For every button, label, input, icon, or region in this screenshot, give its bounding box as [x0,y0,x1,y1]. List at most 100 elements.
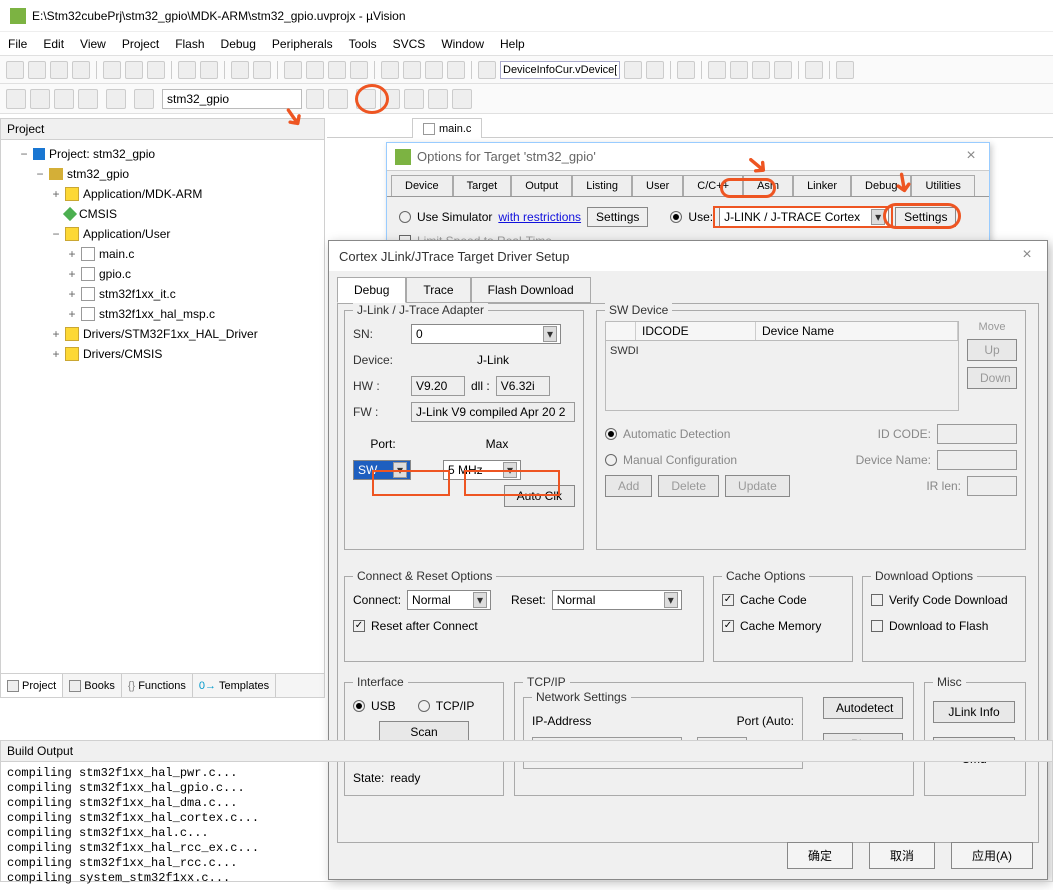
stop-build-icon[interactable] [106,89,126,109]
menu-tools[interactable]: Tools [349,37,377,51]
tab-utilities[interactable]: Utilities [911,175,974,196]
target-select[interactable] [162,89,302,109]
breakpoint-kill-icon[interactable] [774,61,792,79]
tree-file-it[interactable]: +stm32f1xx_it.c [5,284,320,304]
device-info-input[interactable] [500,61,620,79]
reset-select[interactable]: Normal [552,590,682,610]
auto-detect-radio[interactable] [605,428,617,440]
panel-tab-books[interactable]: Books [63,674,122,697]
download-icon[interactable] [134,89,154,109]
menu-debug[interactable]: Debug [221,37,256,51]
panel-tab-templates[interactable]: 0→Templates [193,674,276,697]
rebuild-icon[interactable] [54,89,74,109]
paste-icon[interactable] [147,61,165,79]
translate-icon[interactable] [6,89,26,109]
cut-icon[interactable] [103,61,121,79]
breakpoint-insert-icon[interactable] [708,61,726,79]
update-button[interactable]: Update [725,475,790,497]
tree-group-hal[interactable]: +Drivers/STM32F1xx_HAL_Driver [5,324,320,344]
use-simulator-radio[interactable] [399,211,411,223]
incremental-icon[interactable] [646,61,664,79]
tree-group-drivers-cmsis[interactable]: +Drivers/CMSIS [5,344,320,364]
panel-tab-project[interactable]: Project [1,674,63,697]
cortex-tab-debug[interactable]: Debug [337,277,406,303]
undo-icon[interactable] [178,61,196,79]
debugger-select[interactable]: J-LINK / J-TRACE Cortex [719,207,889,227]
tree-file-msp[interactable]: +stm32f1xx_hal_msp.c [5,304,320,324]
connect-select[interactable]: Normal [407,590,491,610]
breakpoint-enable-icon[interactable] [730,61,748,79]
tree-target[interactable]: −stm32_gpio [5,164,320,184]
menu-file[interactable]: File [8,37,27,51]
menu-help[interactable]: Help [500,37,525,51]
bookmark-icon[interactable] [284,61,302,79]
delete-button[interactable]: Delete [658,475,719,497]
tree-root[interactable]: −Project: stm32_gpio [5,144,320,164]
menu-edit[interactable]: Edit [43,37,64,51]
comment-icon[interactable] [425,61,443,79]
add-button[interactable]: Add [605,475,652,497]
sim-settings-button[interactable]: Settings [587,207,648,227]
window-layout-icon[interactable] [805,61,823,79]
find-icon[interactable] [478,61,496,79]
tab-asm[interactable]: Asm [743,175,793,196]
tab-debug[interactable]: Debug [851,175,911,196]
bookmark-next-icon[interactable] [328,61,346,79]
auto-clk-button[interactable]: Auto Clk [504,485,575,507]
tab-linker[interactable]: Linker [793,175,851,196]
menu-project[interactable]: Project [122,37,159,51]
sn-select[interactable]: 0 [411,324,561,344]
up-button[interactable]: Up [967,339,1017,361]
target-options-icon[interactable] [328,89,348,109]
verify-check[interactable] [871,594,883,606]
tab-listing[interactable]: Listing [572,175,632,196]
clock-select[interactable]: 5 MHz [443,460,521,480]
manual-radio[interactable] [605,454,617,466]
books-icon[interactable] [380,89,400,109]
tree-file-main[interactable]: +main.c [5,244,320,264]
debugger-settings-button[interactable]: Settings [895,207,956,227]
options-titlebar[interactable]: Options for Target 'stm32_gpio' × [387,143,989,171]
menu-peripherals[interactable]: Peripherals [272,37,333,51]
cortex-tab-trace[interactable]: Trace [406,277,470,303]
menu-flash[interactable]: Flash [175,37,204,51]
cortex-tab-flash[interactable]: Flash Download [471,277,591,303]
batch-build-icon[interactable] [78,89,98,109]
breakpoint-disable-icon[interactable] [752,61,770,79]
outdent-icon[interactable] [403,61,421,79]
nav-fwd-icon[interactable] [253,61,271,79]
tcpip-radio[interactable] [418,700,430,712]
cache-code-check[interactable] [722,594,734,606]
copy-icon[interactable] [125,61,143,79]
editor-tab-main[interactable]: main.c [412,118,482,138]
menu-view[interactable]: View [80,37,106,51]
uncomment-icon[interactable] [447,61,465,79]
download-flash-check[interactable] [871,620,883,632]
cortex-close-button[interactable]: × [1017,246,1037,266]
target-dropdown-icon[interactable] [306,89,324,109]
indent-icon[interactable] [381,61,399,79]
tab-output[interactable]: Output [511,175,572,196]
tab-cpp[interactable]: C/C++ [683,175,743,196]
down-button[interactable]: Down [967,367,1017,389]
tab-device[interactable]: Device [391,175,453,196]
save-icon[interactable] [50,61,68,79]
usb-radio[interactable] [353,700,365,712]
cache-memory-check[interactable] [722,620,734,632]
tree-file-gpio[interactable]: +gpio.c [5,264,320,284]
menu-window[interactable]: Window [441,37,484,51]
open-icon[interactable] [28,61,46,79]
tab-user[interactable]: User [632,175,683,196]
manage-packs-icon[interactable] [428,89,448,109]
debug-icon[interactable] [677,61,695,79]
redo-icon[interactable] [200,61,218,79]
autodetect-button[interactable]: Autodetect [823,697,903,719]
menu-svcs[interactable]: SVCS [393,37,426,51]
tree-group-cmsis[interactable]: CMSIS [5,204,320,224]
new-icon[interactable] [6,61,24,79]
tree-group-user[interactable]: −Application/User [5,224,320,244]
panel-tab-functions[interactable]: {}Functions [122,674,193,697]
save-all-icon[interactable] [72,61,90,79]
options-close-button[interactable]: × [961,147,981,167]
pack-installer-icon[interactable] [404,89,424,109]
